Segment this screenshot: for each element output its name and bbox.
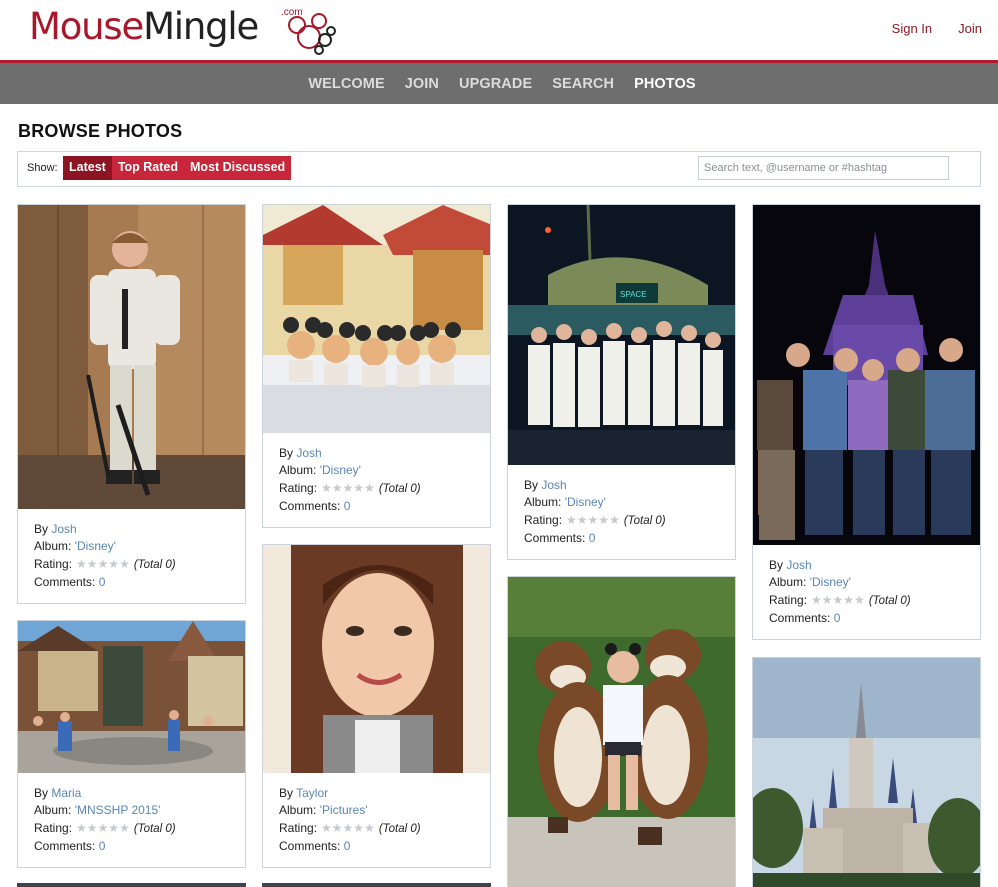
photo-card: By Taylor Album: 'Pictures' Rating: ★★★★★… <box>262 544 491 868</box>
join-link[interactable]: Join <box>958 21 982 36</box>
rating-stars[interactable]: ★★★★★ <box>76 556 130 573</box>
show-label: Show: <box>27 162 58 174</box>
main-nav: WELCOME JOIN UPGRADE SEARCH PHOTOS <box>0 63 998 104</box>
comments-count[interactable]: 0 <box>589 531 596 545</box>
rating-total: (Total 0) <box>623 514 666 527</box>
photo-album-link[interactable]: 'Pictures' <box>320 803 368 817</box>
rating-total: (Total 0) <box>868 594 911 607</box>
photo-image[interactable] <box>18 621 245 773</box>
photo-info: By Josh Album: 'Disney' Rating: ★★★★★ (Tot… <box>34 522 176 589</box>
photo-owner-link[interactable]: Josh <box>51 522 76 536</box>
photo-image[interactable] <box>263 545 490 773</box>
rating-stars[interactable]: ★★★★★ <box>811 592 865 609</box>
photo-album-link[interactable]: 'MNSSHP 2015' <box>75 803 161 817</box>
account-links: Sign In Join <box>892 21 982 36</box>
photo-owner-link[interactable]: Josh <box>296 446 321 460</box>
photo-info: By Josh Album: 'Disney' Rating: ★★★★★ (Tot… <box>769 558 911 625</box>
sign-in-link[interactable]: Sign In <box>892 21 932 36</box>
photo-search-input[interactable] <box>698 156 949 180</box>
photo-info: By Maria Album: 'MNSSHP 2015' Rating: ★★★… <box>34 786 176 853</box>
photo-card-partial <box>17 883 246 887</box>
photo-info: By Josh Album: 'Disney' Rating: ★★★★★ (Tot… <box>279 446 421 513</box>
photo-album-link[interactable]: 'Disney' <box>75 539 116 553</box>
logo-text: MouseMingle <box>29 5 259 48</box>
photo-card: By Josh Album: 'Disney' Rating: ★★★★★ (Tot… <box>752 204 981 640</box>
rating-stars[interactable]: ★★★★★ <box>76 820 130 837</box>
comments-count[interactable]: 0 <box>834 611 841 625</box>
photo-owner-link[interactable]: Josh <box>541 478 566 492</box>
photo-card: By Josh Album: 'Disney' Rating: ★★★★★ (Tot… <box>17 204 246 604</box>
photo-owner-link[interactable]: Maria <box>51 786 81 800</box>
photo-card: By Josh Album: 'Disney' Rating: ★★★★★ (Tot… <box>262 204 491 528</box>
photo-image[interactable] <box>18 205 245 509</box>
rating-stars[interactable]: ★★★★★ <box>566 512 620 529</box>
comments-count[interactable]: 0 <box>344 839 351 853</box>
filter-tab-top-rated[interactable]: Top Rated <box>112 156 184 180</box>
photo-image[interactable] <box>753 205 980 545</box>
photo-album-link[interactable]: 'Disney' <box>565 495 606 509</box>
site-header: MouseMingle .com Sign In Join <box>0 0 998 60</box>
photo-album-link[interactable]: 'Disney' <box>810 575 851 589</box>
nav-item-welcome[interactable]: WELCOME <box>308 76 384 92</box>
filter-tab-most-discussed[interactable]: Most Discussed <box>184 156 291 180</box>
rating-stars[interactable]: ★★★★★ <box>321 820 375 837</box>
photo-owner-link[interactable]: Taylor <box>296 786 328 800</box>
rating-total: (Total 0) <box>378 822 421 835</box>
filter-tab-latest[interactable]: Latest <box>63 156 112 180</box>
photo-card <box>752 657 981 887</box>
nav-item-search[interactable]: SEARCH <box>552 76 614 92</box>
comments-count[interactable]: 0 <box>99 575 106 589</box>
rating-total: (Total 0) <box>133 558 176 571</box>
photo-info: By Taylor Album: 'Pictures' Rating: ★★★★★… <box>279 786 421 853</box>
mickey-ears-icon <box>288 13 336 55</box>
page-title: BROWSE PHOTOS <box>18 121 183 141</box>
rating-stars[interactable]: ★★★★★ <box>321 480 375 497</box>
comments-count[interactable]: 0 <box>344 499 351 513</box>
photo-card: By Maria Album: 'MNSSHP 2015' Rating: ★★★… <box>17 620 246 868</box>
photo-image[interactable] <box>263 205 490 433</box>
nav-item-upgrade[interactable]: UPGRADE <box>459 76 532 92</box>
photo-image[interactable] <box>508 577 735 887</box>
photo-album-link[interactable]: 'Disney' <box>320 463 361 477</box>
rating-total: (Total 0) <box>133 822 176 835</box>
rating-total: (Total 0) <box>378 482 421 495</box>
photo-owner-link[interactable]: Josh <box>786 558 811 572</box>
site-logo[interactable]: MouseMingle .com <box>29 5 336 55</box>
nav-item-photos[interactable]: PHOTOS <box>634 76 696 92</box>
photo-card <box>507 576 736 887</box>
photo-card: SPACE By Josh Album: 'Disney' Rating: ★★… <box>507 204 736 560</box>
comments-count[interactable]: 0 <box>99 839 106 853</box>
filter-bar: Show: Latest Top Rated Most Discussed <box>17 151 981 187</box>
photo-image[interactable]: SPACE <box>508 205 735 465</box>
filter-tabs: Latest Top Rated Most Discussed <box>63 156 292 180</box>
photo-image[interactable] <box>753 658 980 887</box>
photo-info: By Josh Album: 'Disney' Rating: ★★★★★ (Tot… <box>524 478 666 545</box>
photo-card-partial <box>262 883 491 887</box>
nav-item-join[interactable]: JOIN <box>405 76 439 92</box>
svg-text:SPACE: SPACE <box>620 290 647 299</box>
